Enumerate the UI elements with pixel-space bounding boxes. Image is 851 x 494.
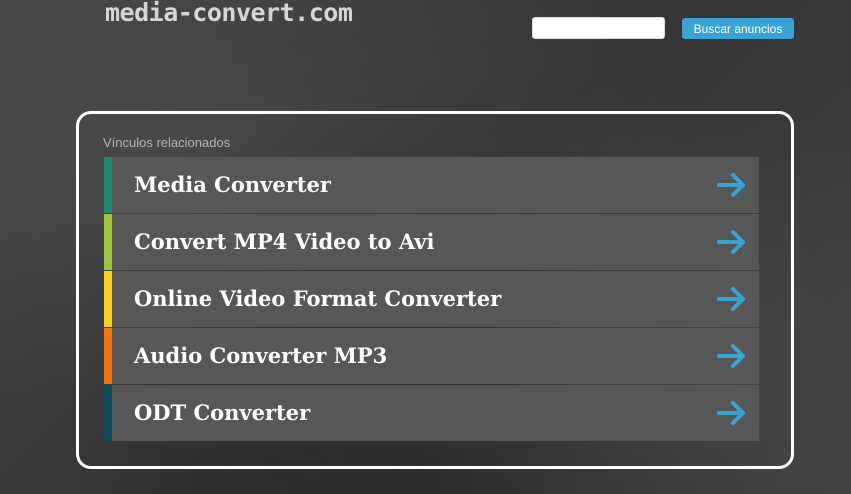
arrow-right-icon xyxy=(717,173,745,197)
related-link-label: Audio Converter MP3 xyxy=(134,343,388,368)
related-link-label: Online Video Format Converter xyxy=(134,286,502,311)
site-logo[interactable]: media-convert.com xyxy=(105,0,353,27)
arrow-right-icon xyxy=(717,401,745,425)
related-link-item[interactable]: Audio Converter MP3 xyxy=(104,328,759,384)
related-link-item[interactable]: Media Converter xyxy=(104,157,759,213)
arrow-right-icon xyxy=(717,344,745,368)
related-link-item[interactable]: Online Video Format Converter xyxy=(104,271,759,327)
arrow-right-icon xyxy=(717,230,745,254)
related-link-item[interactable]: Convert MP4 Video to Avi xyxy=(104,214,759,270)
related-links-list: Media Converter Convert MP4 Video to Avi… xyxy=(104,157,759,442)
related-link-item[interactable]: ODT Converter xyxy=(104,385,759,441)
arrow-right-icon xyxy=(717,287,745,311)
search-input[interactable] xyxy=(532,17,665,39)
related-links-title: Vínculos relacionados xyxy=(103,135,231,150)
search-ads-button[interactable]: Buscar anuncios xyxy=(682,18,794,39)
related-link-label: ODT Converter xyxy=(134,400,311,425)
related-link-label: Convert MP4 Video to Avi xyxy=(134,229,435,254)
related-link-label: Media Converter xyxy=(134,172,331,197)
